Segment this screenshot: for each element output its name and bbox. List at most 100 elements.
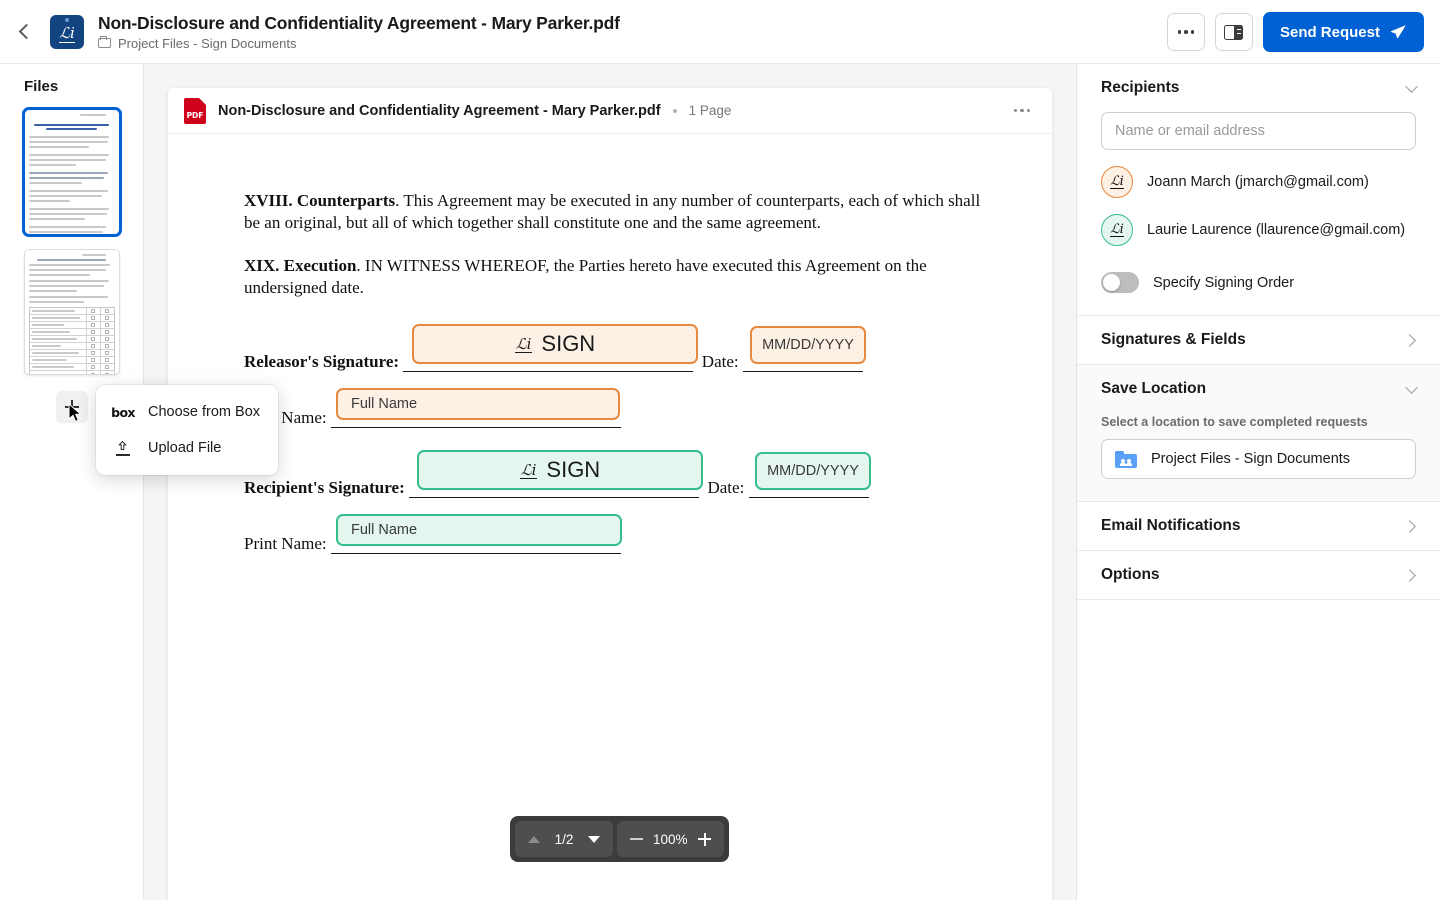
- recipient-avatar: ℒi: [1101, 166, 1133, 198]
- recipient-label: Laurie Laurence (llaurence@gmail.com): [1147, 222, 1406, 238]
- pdf-file-icon: PDF: [184, 97, 206, 124]
- files-sidebar: Files: [0, 64, 144, 900]
- section-save-location: Save Location Select a location to save …: [1077, 365, 1440, 502]
- section-options: Options: [1077, 551, 1440, 600]
- recipient-row-2[interactable]: ℒi Laurie Laurence (llaurence@gmail.com): [1101, 214, 1416, 246]
- page-1-thumbnail[interactable]: [21, 107, 122, 237]
- chevron-down-icon: [1405, 380, 1418, 394]
- minus-icon: [629, 838, 643, 840]
- chevron-right-icon: [1403, 519, 1416, 533]
- options-title: Options: [1101, 566, 1160, 583]
- page-2-thumbnail[interactable]: [23, 249, 120, 375]
- send-request-label: Send Request: [1279, 23, 1380, 41]
- upload-icon: [112, 440, 134, 456]
- full-name-field-recipient[interactable]: Full Name: [336, 514, 622, 547]
- signing-order-label: Specify Signing Order: [1153, 274, 1295, 291]
- menu-item-label: Choose from Box: [148, 404, 261, 420]
- recipient-avatar: ℒi: [1101, 214, 1133, 246]
- toggle-side-panel-button[interactable]: [1214, 13, 1253, 51]
- back-button[interactable]: [6, 12, 46, 52]
- page-indicator: 1/2: [554, 831, 574, 847]
- full-name-field-releasor[interactable]: Full Name: [336, 388, 620, 421]
- save-location-value: Project Files - Sign Documents: [1151, 451, 1351, 467]
- next-page-button[interactable]: [581, 825, 607, 853]
- recipient-label: Joann March (jmarch@gmail.com): [1147, 174, 1369, 190]
- menu-item-choose-from-box[interactable]: box Choose from Box: [96, 394, 278, 430]
- breadcrumb[interactable]: Project Files - Sign Documents: [98, 36, 620, 51]
- box-logo-icon: box: [111, 404, 135, 420]
- shared-folder-icon: [1115, 450, 1137, 468]
- request-settings-panel: Recipients ℒi Joann March (jmarch@gmail.…: [1076, 64, 1440, 900]
- recipient-print-label: Print Name:: [244, 534, 327, 554]
- separator-dot: [672, 108, 677, 113]
- breadcrumb-label: Project Files - Sign Documents: [118, 35, 297, 51]
- save-location-picker[interactable]: Project Files - Sign Documents: [1101, 439, 1416, 479]
- name-placeholder: Full Name: [351, 396, 418, 413]
- signatures-fields-title: Signatures & Fields: [1101, 331, 1246, 348]
- recipients-title: Recipients: [1101, 79, 1180, 96]
- ellipsis-icon: [1177, 30, 1195, 34]
- sign-field-label: SIGN: [546, 457, 601, 483]
- releasor-signature-label: Releasor's Signature: [244, 352, 394, 372]
- plus-icon: [698, 832, 712, 846]
- mouse-cursor: [68, 403, 82, 423]
- menu-item-upload-file[interactable]: Upload File: [96, 430, 278, 466]
- header-actions: Send Request: [1166, 12, 1424, 52]
- date-placeholder: MM/DD/YYYY: [767, 463, 859, 480]
- page-count: 1 Page: [688, 103, 732, 118]
- signature-field-releasor[interactable]: ℒi SIGN: [412, 324, 698, 365]
- paragraph-execution: XIX. Execution. IN WITNESS WHEREOF, the …: [244, 255, 996, 298]
- print-name-row-recipient: Print Name: Full Name: [244, 514, 996, 558]
- add-file-menu: box Choose from Box Upload File: [96, 385, 278, 475]
- signing-order-row: Specify Signing Order: [1101, 272, 1416, 293]
- signature-field-recipient[interactable]: ℒi SIGN: [417, 450, 703, 491]
- side-panel-icon: [1224, 24, 1244, 40]
- email-notifications-title: Email Notifications: [1101, 517, 1241, 534]
- save-location-header[interactable]: Save Location: [1077, 365, 1440, 413]
- signature-icon: ℒi: [519, 460, 538, 480]
- paper-plane-icon: [1390, 25, 1406, 39]
- recipient-signature-label: Recipient's Signature: [244, 478, 400, 498]
- document-card: PDF Non-Disclosure and Confidentiality A…: [168, 88, 1052, 900]
- zoom-out-button[interactable]: [623, 825, 649, 853]
- recipients-body: ℒi Joann March (jmarch@gmail.com) ℒi Lau…: [1077, 112, 1440, 315]
- specify-signing-order-toggle[interactable]: [1101, 272, 1139, 293]
- recipient-row-1[interactable]: ℒi Joann March (jmarch@gmail.com): [1101, 166, 1416, 198]
- paragraph-heading: XIX. Execution: [244, 256, 357, 276]
- signatures-fields-header[interactable]: Signatures & Fields: [1077, 316, 1440, 364]
- folder-icon: [98, 35, 111, 48]
- more-options-button[interactable]: [1166, 13, 1205, 51]
- previous-page-button[interactable]: [521, 825, 547, 853]
- section-email-notifications: Email Notifications: [1077, 502, 1440, 551]
- date-field-releasor[interactable]: MM/DD/YYYY: [750, 326, 866, 365]
- signature-block-recipient: Recipient's Signature : Date: ℒi SIGN MM: [244, 450, 996, 514]
- chevron-left-icon: [18, 23, 34, 40]
- document-header: PDF Non-Disclosure and Confidentiality A…: [168, 88, 1052, 134]
- app-header: ℒi Non-Disclosure and Confidentiality Ag…: [0, 0, 1440, 64]
- print-name-row-releasor: Print Name: Full Name: [244, 388, 996, 432]
- triangle-up-icon: [528, 835, 540, 843]
- email-notifications-header[interactable]: Email Notifications: [1077, 502, 1440, 550]
- paragraph-counterparts: XVIII. Counterparts. This Agreement may …: [244, 190, 996, 233]
- zoom-in-button[interactable]: [692, 825, 718, 853]
- document-viewer: PDF Non-Disclosure and Confidentiality A…: [144, 64, 1076, 900]
- files-heading: Files: [24, 78, 59, 95]
- document-page: XVIII. Counterparts. This Agreement may …: [168, 134, 1052, 558]
- date-field-recipient[interactable]: MM/DD/YYYY: [755, 452, 871, 491]
- sign-app-icon: ℒi: [50, 14, 84, 49]
- zoom-level: 100%: [653, 831, 688, 847]
- recipients-header[interactable]: Recipients: [1077, 64, 1440, 112]
- recipient-date-label: Date:: [707, 478, 745, 498]
- chevron-right-icon: [1403, 568, 1416, 582]
- save-location-title: Save Location: [1101, 380, 1207, 397]
- options-header[interactable]: Options: [1077, 551, 1440, 599]
- name-placeholder: Full Name: [351, 522, 418, 539]
- send-request-button[interactable]: Send Request: [1262, 12, 1424, 52]
- save-location-body: Select a location to save completed requ…: [1077, 415, 1440, 501]
- recipient-search-input[interactable]: [1101, 112, 1416, 150]
- document-name: Non-Disclosure and Confidentiality Agree…: [218, 102, 661, 119]
- document-more-button[interactable]: [1008, 103, 1036, 118]
- releasor-date-label: Date:: [701, 352, 739, 372]
- section-recipients: Recipients ℒi Joann March (jmarch@gmail.…: [1077, 64, 1440, 316]
- zoom-group: 100%: [617, 821, 724, 857]
